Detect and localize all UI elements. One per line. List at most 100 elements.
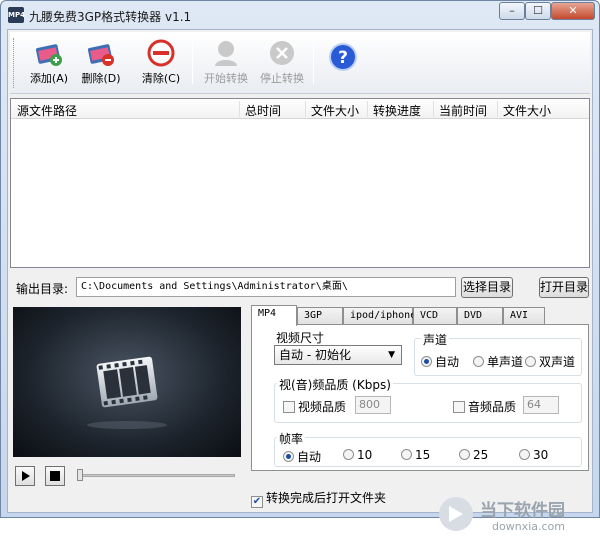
checkmark-icon: ✔ [251, 496, 263, 508]
channel-auto-radio[interactable]: 自动 [421, 353, 459, 370]
audio-quality-input[interactable]: 64 [523, 396, 559, 414]
column-divider[interactable] [239, 101, 240, 117]
quality-group: 视(音)频品质 (Kbps) 视频品质 800 音频品质 64 [274, 376, 582, 423]
fps-30-radio[interactable]: 30 [519, 448, 548, 462]
radio-icon [525, 356, 536, 367]
column-divider[interactable] [433, 101, 434, 117]
help-button[interactable]: ? [318, 36, 368, 90]
audio-quality-label: 音频品质 [468, 400, 517, 414]
frame-rate-group: 帧率 自动 10 15 25 30 [274, 430, 582, 467]
quality-label: 视(音)频品质 (Kbps) [277, 376, 393, 393]
fps-15-radio[interactable]: 15 [401, 448, 430, 462]
radio-icon [343, 449, 354, 460]
maximize-button[interactable]: ☐ [525, 2, 551, 20]
dropdown-arrow-icon: ▼ [388, 350, 395, 360]
player-controls [13, 460, 241, 490]
column-divider[interactable] [497, 101, 498, 117]
radio-icon [473, 356, 484, 367]
tab-avi[interactable]: AVI [503, 307, 545, 325]
channel-mono-radio[interactable]: 单声道 [473, 353, 523, 370]
radio-icon [519, 449, 530, 460]
column-divider[interactable] [367, 101, 368, 117]
stop-button[interactable] [45, 466, 65, 486]
client-area: 添加(A) 删除(D) 清除(C) 开始转换 停止转换 ? 源文件路径 总时间 … [7, 29, 593, 533]
stop-x-icon [270, 41, 294, 65]
checkbox-icon [453, 401, 465, 413]
audio-channel-label: 声道 [421, 331, 450, 348]
svg-text:?: ? [338, 48, 348, 68]
watermark-text: 当下软件园 [480, 501, 565, 521]
channel-stereo-label: 双声道 [539, 355, 576, 369]
tab-vcd[interactable]: VCD [413, 307, 457, 325]
video-size-value: 自动 - 初始化 [279, 348, 351, 362]
film-strip-icon [87, 356, 167, 429]
clear-button[interactable]: 清除(C) [134, 36, 188, 90]
channel-stereo-radio[interactable]: 双声道 [525, 353, 575, 370]
video-size-select[interactable]: 自动 - 初始化 ▼ [274, 345, 402, 365]
seek-track[interactable] [79, 474, 235, 477]
app-icon: MP4 [8, 7, 25, 23]
play-icon [22, 471, 30, 481]
toolbar-grip[interactable] [13, 38, 16, 88]
channel-auto-label: 自动 [435, 355, 460, 369]
help-question-icon: ? [329, 43, 357, 71]
format-settings-panel: 视频尺寸 自动 - 初始化 ▼ 声道 自动 单声道 双声道 视(音)频品质 (K… [251, 324, 589, 471]
stop-convert-button[interactable]: 停止转换 [255, 36, 309, 90]
fps-15-label: 15 [415, 448, 431, 462]
title-bar[interactable]: MP4 九腰免费3GP格式转换器 v1.1 – ☐ ✕ [1, 1, 599, 29]
delete-film-icon [87, 44, 114, 66]
fps-30-label: 30 [533, 448, 549, 462]
clear-forbidden-icon [147, 39, 175, 67]
minimize-button[interactable]: – [499, 2, 525, 20]
window-title: 九腰免费3GP格式转换器 v1.1 [29, 10, 192, 24]
output-dir-label: 输出目录: [16, 282, 69, 296]
frame-rate-label: 帧率 [277, 430, 306, 447]
start-convert-label: 开始转换 [204, 72, 248, 85]
video-quality-checkbox[interactable]: 视频品质 [283, 398, 346, 415]
seek-thumb[interactable] [77, 469, 83, 481]
column-divider[interactable] [305, 101, 306, 117]
fps-10-radio[interactable]: 10 [343, 448, 372, 462]
clear-label: 清除(C) [141, 72, 181, 85]
toolbar-separator [313, 42, 314, 84]
fps-10-label: 10 [357, 448, 373, 462]
column-total-time[interactable]: 总时间 [245, 102, 281, 119]
fps-auto-radio[interactable]: 自动 [283, 448, 321, 465]
watermark-url: downxia.com [492, 520, 565, 533]
column-current-time[interactable]: 当前时间 [439, 102, 487, 119]
choose-dir-button[interactable]: 选择目录 [461, 277, 513, 298]
start-convert-button[interactable]: 开始转换 [199, 36, 253, 90]
radio-icon [459, 449, 470, 460]
toolbar: 添加(A) 删除(D) 清除(C) 开始转换 停止转换 ? [10, 32, 590, 94]
radio-selected-icon [283, 451, 294, 462]
stop-convert-label: 停止转换 [260, 72, 304, 85]
audio-quality-checkbox[interactable]: 音频品质 [453, 398, 516, 415]
tab-dvd[interactable]: DVD [457, 307, 503, 325]
open-dir-button[interactable]: 打开目录 [539, 277, 589, 298]
open-after-convert-checkbox[interactable]: ✔ 转换完成后打开文件夹 [251, 489, 386, 508]
play-button[interactable] [15, 466, 35, 486]
column-source-path[interactable]: 源文件路径 [17, 102, 77, 119]
file-list[interactable]: 源文件路径 总时间 文件大小 转换进度 当前时间 文件大小 [10, 98, 590, 268]
tab-3gp[interactable]: 3GP [297, 307, 343, 325]
fps-auto-label: 自动 [297, 450, 322, 464]
column-file-size[interactable]: 文件大小 [311, 102, 359, 119]
channel-mono-label: 单声道 [487, 355, 524, 369]
delete-button[interactable]: 删除(D) [74, 36, 128, 90]
tab-mp4[interactable]: MP4 [251, 305, 297, 326]
video-quality-input[interactable]: 800 [355, 396, 391, 414]
fps-25-radio[interactable]: 25 [459, 448, 488, 462]
add-label: 添加(A) [29, 72, 69, 85]
output-dir-input[interactable]: C:\Documents and Settings\Administrator\… [76, 277, 456, 297]
video-size-label: 视频尺寸 [276, 331, 325, 345]
column-output-size[interactable]: 文件大小 [503, 102, 551, 119]
close-button[interactable]: ✕ [551, 2, 595, 20]
video-preview [13, 307, 241, 457]
format-tabs: MP4 3GP ipod/iphone VCD DVD AVI [251, 305, 591, 326]
add-button[interactable]: 添加(A) [22, 36, 76, 90]
column-progress[interactable]: 转换进度 [373, 102, 421, 119]
tab-ipod-iphone[interactable]: ipod/iphone [343, 307, 416, 325]
video-size-group: 视频尺寸 自动 - 初始化 ▼ [264, 331, 404, 373]
video-quality-label: 视频品质 [298, 400, 347, 414]
radio-selected-icon [421, 356, 432, 367]
